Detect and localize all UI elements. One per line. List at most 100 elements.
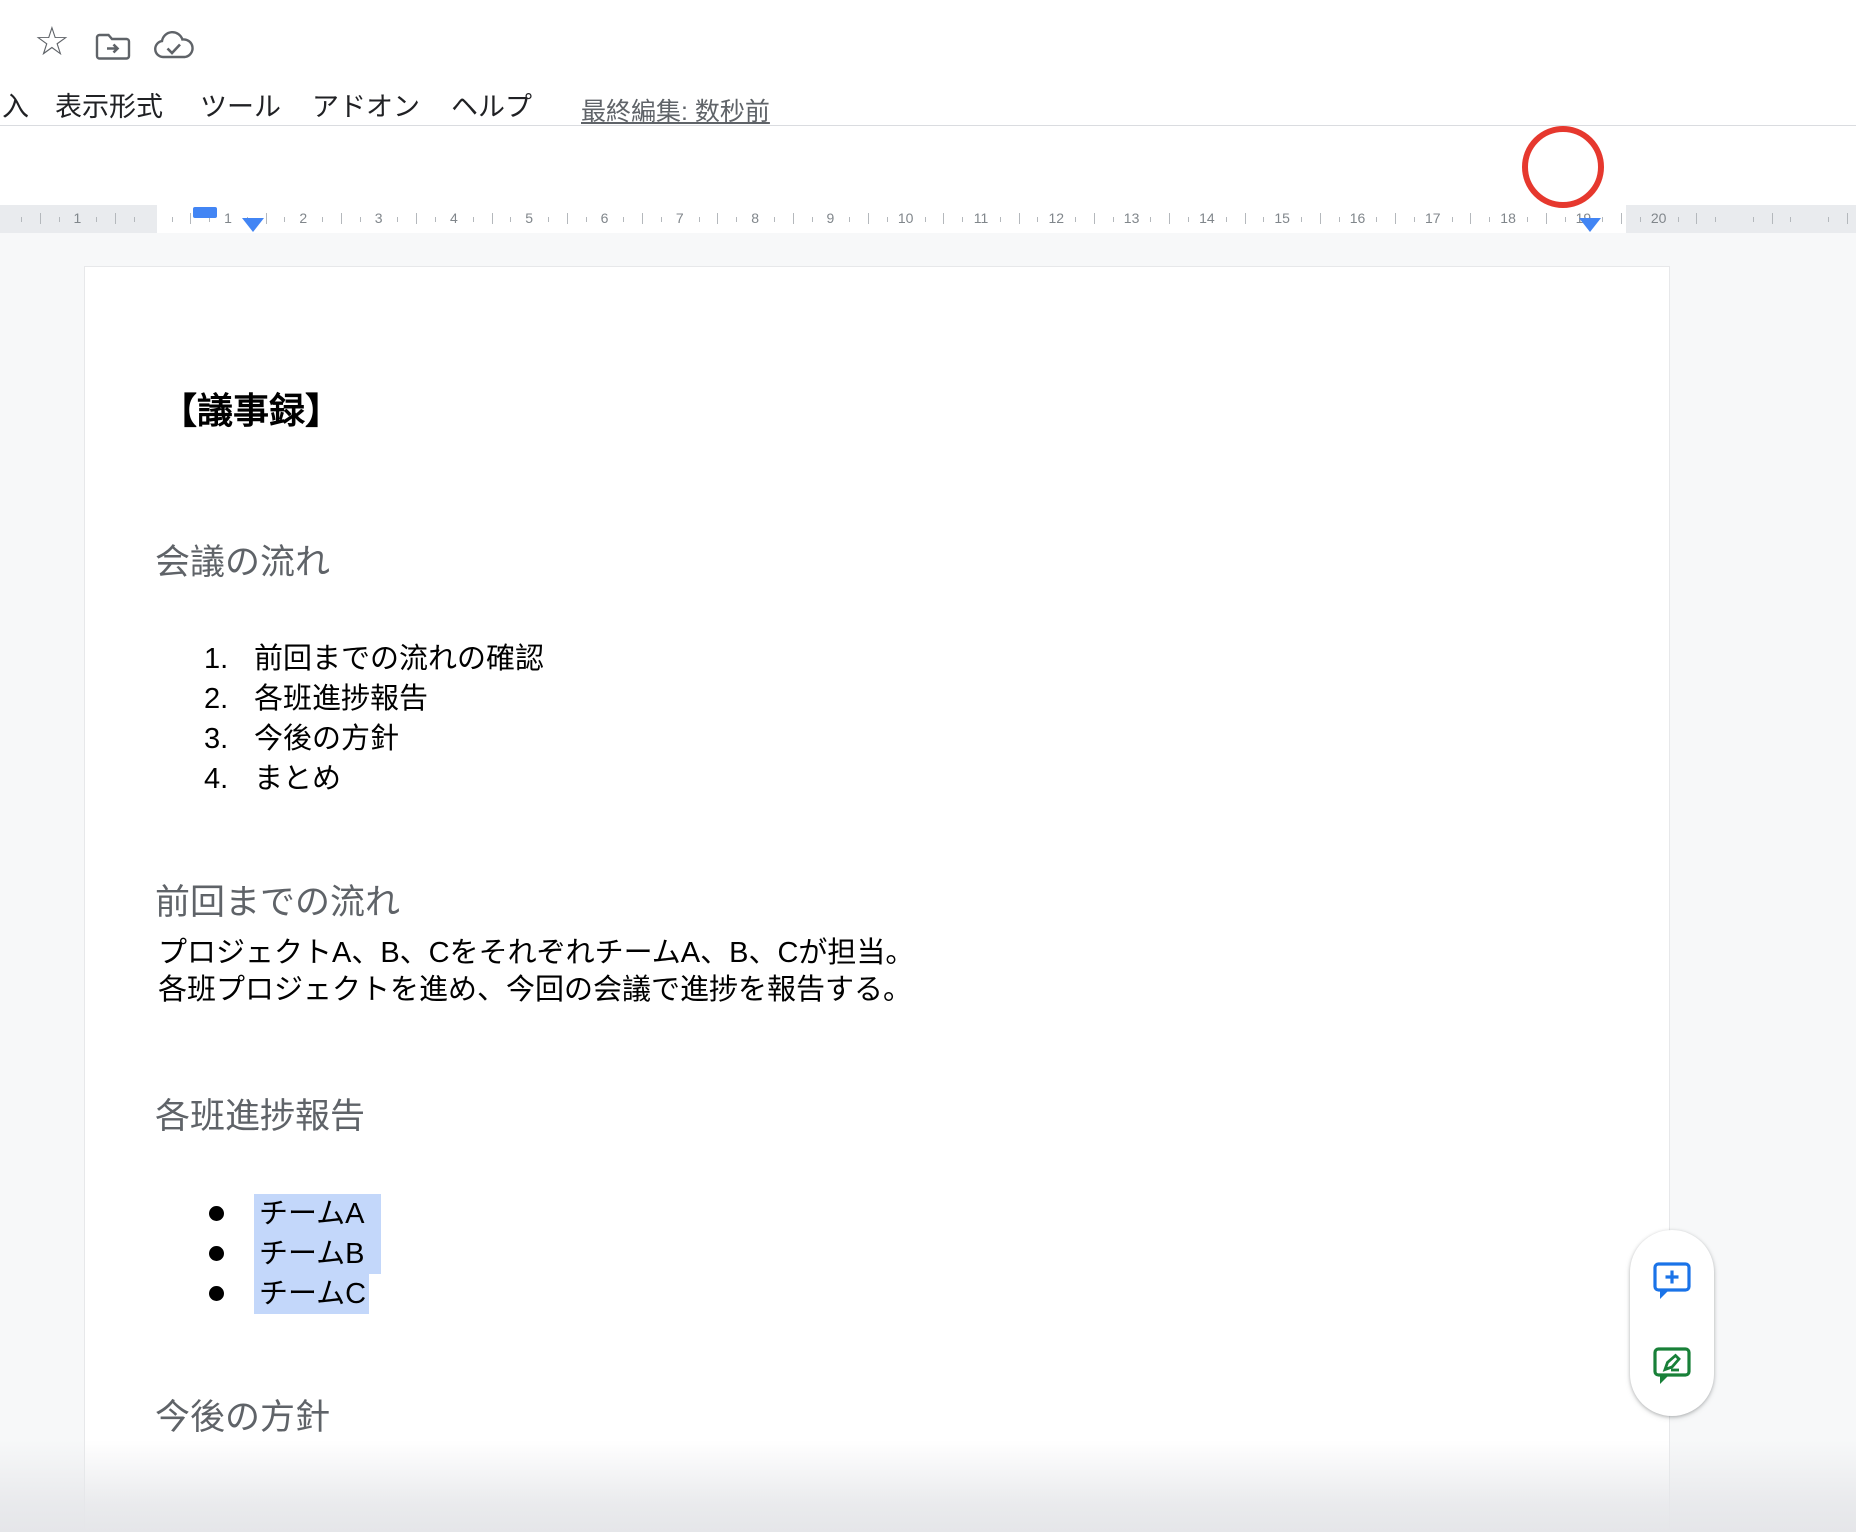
first-line-indent-marker[interactable] [193, 207, 217, 218]
paragraph-line: 各班プロジェクトを進め、今回の会議で進捗を報告する。 [158, 972, 914, 1009]
ruler-tick [284, 217, 285, 222]
ruler-number: 5 [525, 210, 533, 226]
heading-meeting-flow: 会議の流れ [155, 542, 330, 584]
ruler-tick [1037, 217, 1038, 222]
ruler-tick [1527, 217, 1528, 222]
ruler-tick [812, 217, 813, 222]
list-text: まとめ [254, 759, 341, 799]
bullet-dot [209, 1206, 224, 1221]
ruler-tick [887, 217, 888, 222]
heading-progress-report: 各班進捗報告 [155, 1096, 365, 1138]
ruler-tick [190, 213, 191, 224]
cloud-check-icon[interactable] [152, 30, 196, 67]
ruler-number: 1 [224, 210, 232, 226]
ruler-tick [1678, 217, 1679, 222]
ruler-tick [736, 217, 737, 222]
bottom-fade [0, 1440, 1856, 1532]
selected-text: チームA [254, 1194, 381, 1234]
ruler-tick [1640, 217, 1641, 222]
ruler-tick [1414, 217, 1415, 222]
ruler-tick [492, 213, 493, 224]
ruler-tick [397, 217, 398, 222]
ruler-number: 13 [1124, 210, 1140, 226]
folder-move-icon[interactable] [94, 30, 132, 67]
ruler-tick [623, 217, 624, 222]
right-indent-marker[interactable] [1579, 218, 1601, 232]
ruler-tick [925, 217, 926, 222]
ruler-tick [1696, 213, 1697, 224]
ruler-tick [1489, 217, 1490, 222]
ruler-number: 15 [1274, 210, 1290, 226]
last-edit-link[interactable]: 最終編集: 数秒前 [581, 92, 770, 128]
ruler-tick [793, 213, 794, 224]
ruler-tick [510, 217, 511, 222]
ruler-tick [266, 213, 267, 224]
ruler-tick [1245, 213, 1246, 224]
ruler-tick [849, 217, 850, 222]
suggest-edits-button[interactable] [1651, 1344, 1693, 1386]
ruler-tick [59, 217, 60, 222]
ruler-tick [360, 217, 361, 222]
ruler-tick [717, 213, 718, 224]
ruler-number: 6 [601, 210, 609, 226]
ruler-tick [1565, 217, 1566, 222]
ruler-tick [642, 213, 643, 224]
ruler-number: 2 [299, 210, 307, 226]
ruler-tick [1188, 217, 1189, 222]
ruler-number: 11 [974, 210, 989, 226]
ruler-number: 1 [73, 210, 81, 226]
ruler-tick [1263, 217, 1264, 222]
ruler-tick [473, 217, 474, 222]
ruler-tick [567, 213, 568, 224]
bullet-dot [209, 1246, 224, 1261]
ruler-tick [1546, 213, 1547, 224]
document-canvas: 【議事録】 会議の流れ 1. 前回までの流れの確認 2. 各班進捗報告 3. 今… [0, 233, 1856, 1532]
list-number: 2. [204, 679, 232, 719]
star-icon[interactable]: ☆ [34, 22, 70, 62]
ruler-number: 18 [1500, 210, 1516, 226]
ruler-tick [868, 213, 869, 224]
menu-tools[interactable]: ツール [200, 90, 281, 124]
body-paragraph: プロジェクトA、B、CをそれぞれチームA、B、Cが担当。 各班プロジェクトを進め… [158, 935, 914, 1009]
list-number: 4. [204, 759, 232, 799]
ruler-tick [1395, 213, 1396, 224]
header-bar: ☆ 入 表示形式 ツール アドオン ヘルプ 最終編集: 数秒前 [0, 0, 1856, 126]
ruler-tick [1150, 217, 1151, 222]
menu-help[interactable]: ヘルプ [451, 90, 532, 124]
toolbar: 標準テキス... Arial − 11 + B I U A [0, 126, 1856, 204]
ruler-tick [1847, 213, 1848, 224]
ruler-tick [1452, 217, 1453, 222]
ruler-tick [1602, 217, 1603, 222]
left-indent-marker[interactable] [242, 218, 264, 232]
ruler-number: 16 [1350, 210, 1366, 226]
ruler-tick [416, 213, 417, 224]
ruler-number: 10 [898, 210, 914, 226]
menu-insert-partial[interactable]: 入 [2, 90, 29, 124]
ruler-tick [774, 217, 775, 222]
ruler-tick [1376, 217, 1377, 222]
heading-future-policy: 今後の方針 [155, 1397, 330, 1439]
bullet-dot [209, 1286, 224, 1301]
list-number: 1. [204, 639, 232, 679]
selected-text: チームC [254, 1274, 369, 1314]
ruler-tick [1339, 217, 1340, 222]
ruler-tick [172, 217, 173, 222]
ruler-tick [1226, 217, 1227, 222]
ruler-tick [1828, 217, 1829, 222]
ruler-number: 8 [751, 210, 759, 226]
ruler-tick [1772, 213, 1773, 224]
ruler-tick [962, 217, 963, 222]
add-comment-floating-button[interactable] [1651, 1259, 1693, 1301]
ruler-tick [1470, 213, 1471, 224]
menu-addons[interactable]: アドオン [312, 90, 420, 124]
ruler-tick [21, 217, 22, 222]
ruler-tick [1075, 217, 1076, 222]
document-page[interactable]: 【議事録】 会議の流れ 1. 前回までの流れの確認 2. 各班進捗報告 3. 今… [84, 266, 1670, 1532]
ruler-tick [1019, 213, 1020, 224]
ruler-number: 7 [676, 210, 684, 226]
list-text: 前回までの流れの確認 [254, 639, 544, 679]
google-docs-window: ☆ 入 表示形式 ツール アドオン ヘルプ 最終編集: 数秒前 標準テキス...… [0, 0, 1856, 1532]
ruler-tick [699, 217, 700, 222]
list-text: 各班進捗報告 [254, 679, 428, 719]
menu-format[interactable]: 表示形式 [55, 90, 163, 124]
